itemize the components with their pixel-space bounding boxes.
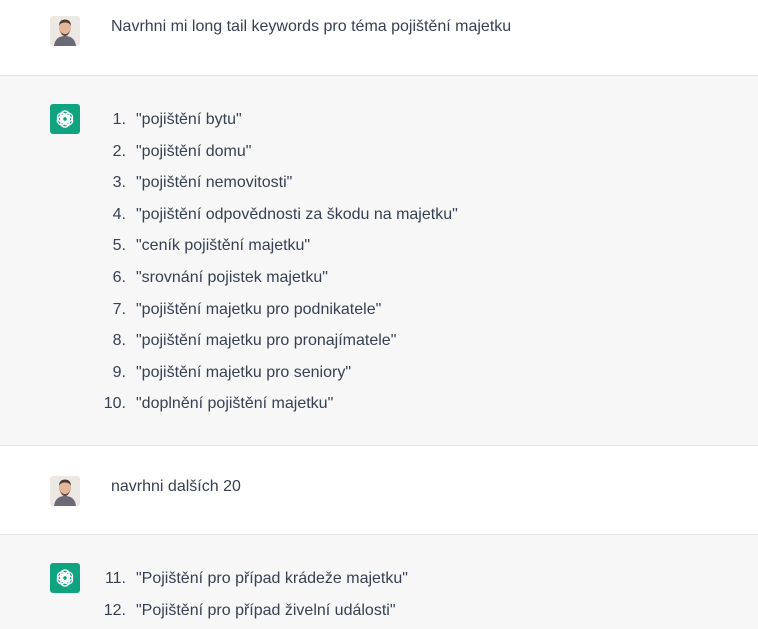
list-item-text: "pojištění bytu" — [136, 111, 242, 128]
user-avatar-icon — [50, 16, 80, 46]
list-item-text: "Pojištění pro případ krádeže majetku" — [136, 570, 408, 587]
list-item-text: "pojištění majetku pro seniory" — [136, 363, 352, 381]
list-item-text: "pojištění majetku pro podnikatele" — [136, 300, 382, 318]
list-item-number: 6. — [112, 268, 126, 286]
user-message-text: Navrhni mi long tail keywords pro téma p… — [111, 18, 512, 35]
list-item-text: "pojištění majetku pro pronajímatele" — [136, 332, 397, 350]
list-item-text: "srovnání pojistek majetku" — [136, 268, 328, 286]
user-avatar — [50, 16, 80, 46]
assistant-message-1: 1. "pojištění bytu" 2. "pojištění domu" 3.… — [0, 75, 758, 446]
user-message-text: navrhni dalších 20 — [111, 478, 241, 495]
list-item-number: 1. — [112, 111, 126, 128]
list-item-text: "Pojištění pro případ živelní události" — [136, 601, 396, 619]
list-item-number: 2. — [112, 142, 126, 160]
user-message-2: navrhni dalších 20 — [0, 446, 758, 534]
user-message-1: Navrhni mi long tail keywords pro téma p… — [0, 0, 758, 75]
list-item-text: "doplnění pojištění majetku" — [136, 395, 334, 413]
list-item-text: "pojištění nemovitosti" — [136, 174, 293, 192]
list-item-text: "ceník pojištění majetku" — [136, 237, 311, 255]
list-item-number: 7. — [112, 300, 126, 318]
user-avatar-icon — [50, 476, 80, 506]
list-item-number: 12. — [103, 601, 126, 619]
list-item-number: 3. — [112, 174, 126, 192]
user-avatar — [50, 476, 80, 506]
list-item-number: 11. — [104, 570, 126, 587]
list-item-number: 4. — [112, 205, 126, 223]
list-item-number: 9. — [112, 363, 126, 381]
list-item-number: 8. — [112, 332, 126, 350]
list-item-text: "pojištění odpovědnosti za škodu na maje… — [136, 205, 458, 223]
list-item-number: 10. — [103, 395, 126, 413]
list-item-text: "pojištění domu" — [136, 142, 252, 160]
list-item-number: 5. — [112, 237, 126, 255]
assistant-message-2: 11. "Pojištění pro případ krádeže majetku… — [0, 534, 758, 629]
